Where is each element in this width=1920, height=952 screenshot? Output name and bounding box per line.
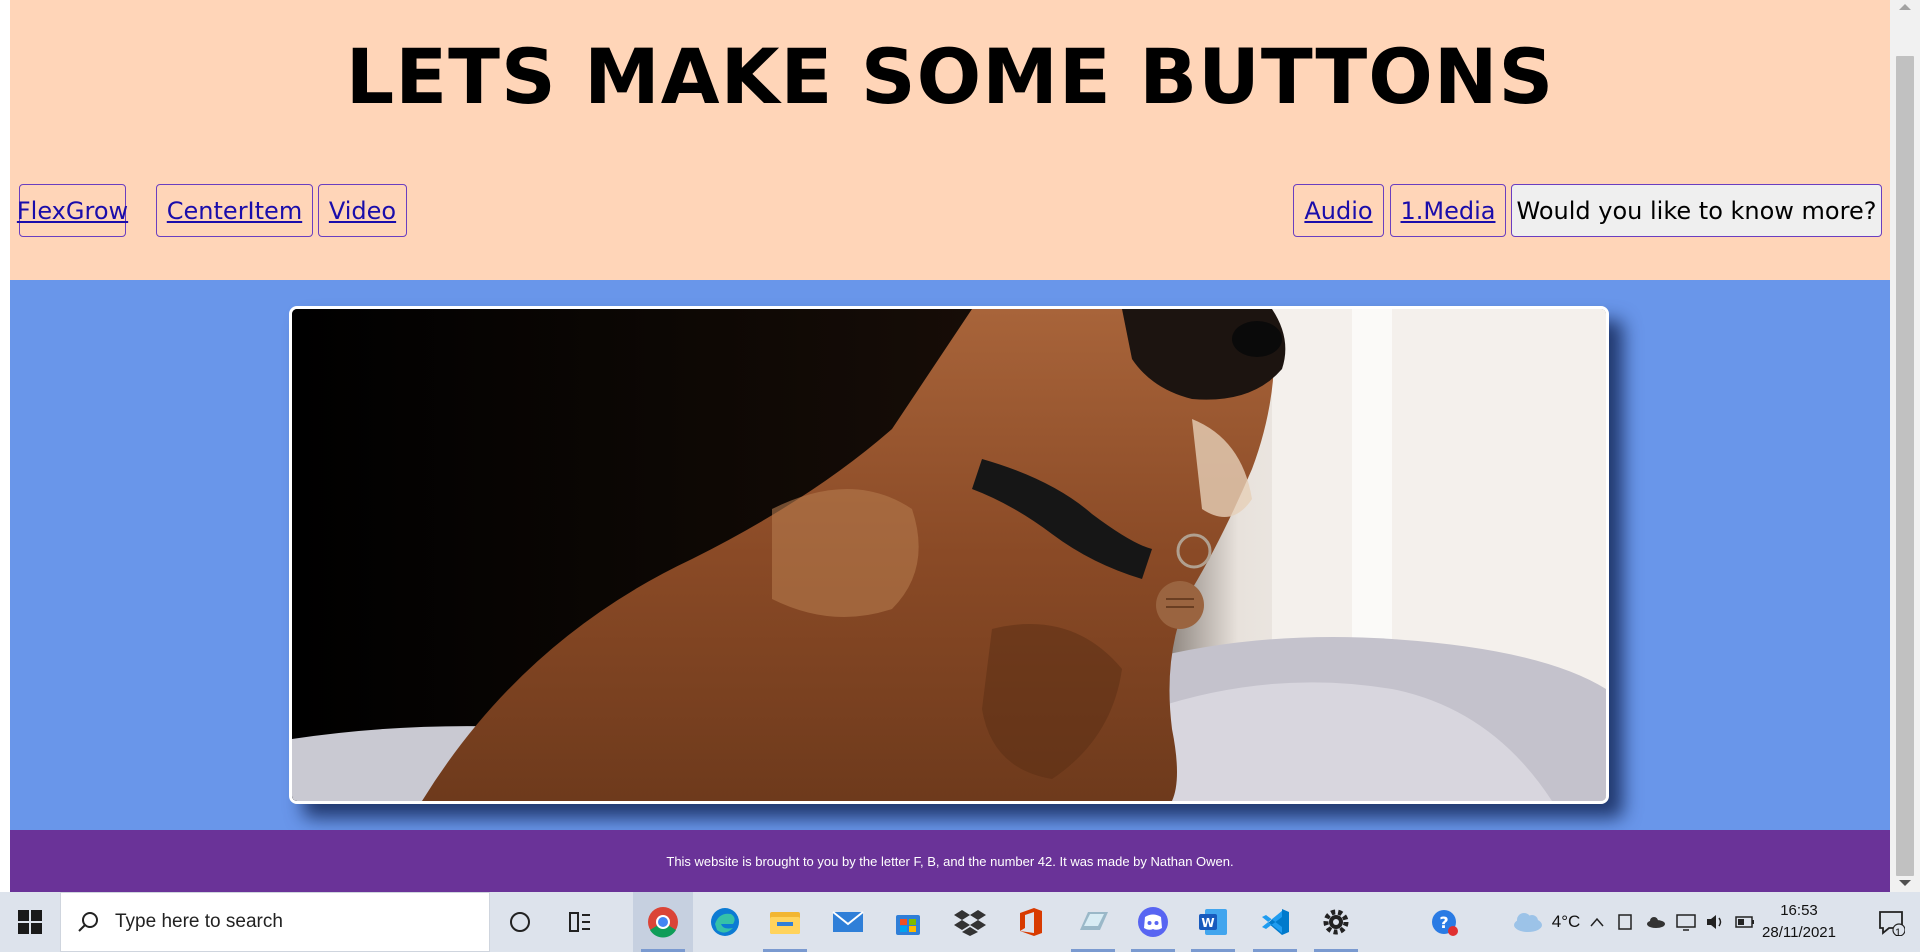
nav-button-audio[interactable]: Audio	[1293, 184, 1384, 237]
discord-icon	[1138, 907, 1168, 937]
main-section	[10, 280, 1890, 830]
word-icon: W	[1199, 909, 1227, 935]
page-title: LETS MAKE SOME BUTTONS	[345, 32, 1555, 121]
taskbar-file-explorer[interactable]	[755, 892, 815, 952]
cortana-button[interactable]	[490, 892, 550, 952]
file-explorer-icon	[770, 912, 800, 934]
taskbar-discord[interactable]	[1123, 892, 1183, 952]
help-icon: ?	[1432, 910, 1458, 936]
store-icon	[896, 915, 920, 935]
vscode-icon	[1262, 909, 1289, 935]
onedrive-icon	[1647, 917, 1665, 928]
help-tray-button[interactable]: ?	[1424, 892, 1464, 952]
clock-date: 28/11/2021	[1762, 924, 1836, 941]
dropbox-icon	[954, 910, 986, 936]
taskbar-settings[interactable]	[1306, 892, 1366, 952]
clock-time: 16:53	[1780, 902, 1818, 919]
task-view-icon	[569, 912, 590, 932]
taskbar-search-box[interactable]: Type here to search	[60, 892, 490, 952]
page-footer: This website is brought to you by the le…	[10, 830, 1890, 892]
web-page: LETS MAKE SOME BUTTONS FlexGrow CenterIt…	[10, 0, 1890, 892]
dog-photo	[289, 306, 1609, 804]
task-view-button[interactable]	[550, 892, 610, 952]
footer-text: This website is brought to you by the le…	[666, 853, 1234, 869]
tray-volume[interactable]	[1703, 892, 1727, 952]
chrome-icon	[648, 907, 678, 938]
nav-button-video[interactable]: Video	[318, 184, 407, 237]
speaker-icon	[1707, 915, 1722, 929]
show-hidden-icons-button[interactable]	[1586, 892, 1608, 952]
know-more-button[interactable]: Would you like to know more?	[1511, 184, 1882, 237]
nav-button-flexgrow[interactable]: FlexGrow	[17, 184, 128, 237]
weather-widget[interactable]: 4°C	[1496, 892, 1596, 952]
tray-device[interactable]	[1614, 892, 1636, 952]
tray-onedrive[interactable]	[1644, 892, 1668, 952]
notification-center-button[interactable]: 1	[1866, 892, 1916, 952]
svg-text:W: W	[1201, 916, 1214, 930]
scroll-down-icon[interactable]	[1899, 880, 1911, 886]
cloud-icon	[1513, 913, 1542, 932]
mail-icon	[832, 911, 864, 932]
taskbar-chrome[interactable]	[633, 892, 693, 952]
search-icon	[78, 912, 98, 932]
taskbar-vscode[interactable]	[1245, 892, 1305, 952]
start-button[interactable]	[0, 892, 60, 952]
scroll-up-icon[interactable]	[1899, 4, 1911, 10]
taskbar-store[interactable]	[878, 892, 938, 952]
scrollbar-thumb[interactable]	[1896, 56, 1914, 876]
taskbar-edge[interactable]	[695, 892, 755, 952]
network-icon	[1676, 914, 1696, 931]
svg-text:?: ?	[1439, 913, 1448, 932]
settings-icon	[1323, 909, 1349, 935]
nav-button-centeritem[interactable]: CenterItem	[156, 184, 313, 237]
page-header: LETS MAKE SOME BUTTONS FlexGrow CenterIt…	[10, 0, 1890, 280]
search-placeholder: Type here to search	[115, 911, 283, 932]
notification-count: 1	[1895, 927, 1902, 939]
taskbar-notes[interactable]	[1063, 892, 1123, 952]
windows-logo-icon	[18, 910, 42, 934]
chevron-up-icon	[1590, 917, 1604, 927]
taskbar-mail[interactable]	[818, 892, 878, 952]
taskbar-office[interactable]	[1000, 892, 1060, 952]
edge-icon	[711, 908, 739, 936]
tray-network[interactable]	[1674, 892, 1698, 952]
taskbar-word[interactable]: W	[1183, 892, 1243, 952]
tray-battery[interactable]	[1733, 892, 1757, 952]
cortana-icon	[510, 912, 530, 932]
nav-button-media[interactable]: 1.Media	[1390, 184, 1506, 237]
taskbar-dropbox[interactable]	[940, 892, 1000, 952]
taskbar-clock[interactable]: 16:53 28/11/2021	[1756, 892, 1842, 952]
battery-icon	[1735, 916, 1754, 928]
office-icon	[1020, 908, 1042, 936]
windows-taskbar: Type here to search W ? 4°C 16:53 28/11/…	[0, 892, 1920, 952]
weather-temperature: 4°C	[1551, 912, 1581, 931]
vertical-scrollbar[interactable]	[1890, 0, 1920, 892]
notes-icon	[1080, 912, 1108, 930]
device-icon	[1618, 914, 1632, 930]
